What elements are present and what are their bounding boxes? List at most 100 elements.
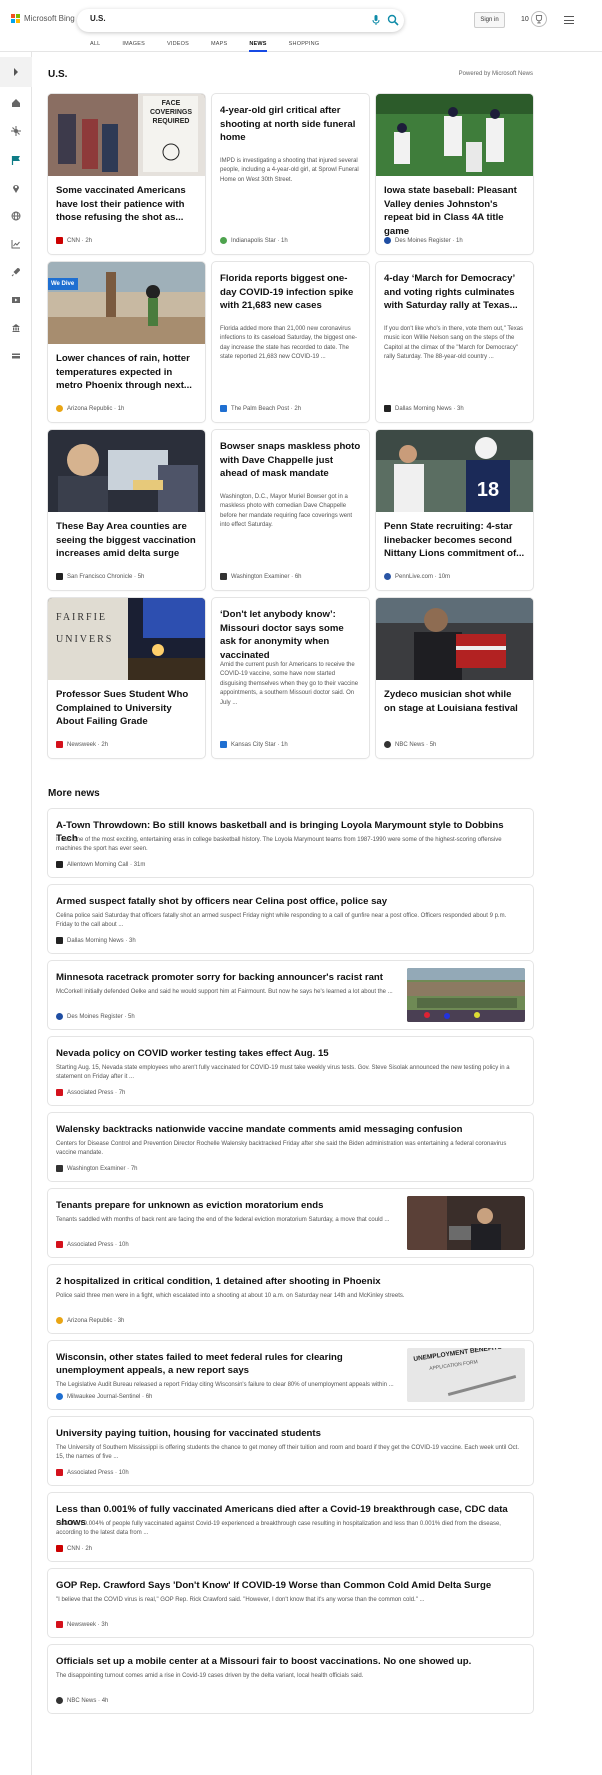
tab-images[interactable]: IMAGES bbox=[122, 41, 145, 52]
card-title[interactable]: Professor Sues Student Who Complained to… bbox=[56, 688, 197, 729]
sign-in-button[interactable]: Sign in bbox=[474, 12, 505, 28]
news-list-item[interactable]: Officials set up a mobile center at a Mi… bbox=[48, 1645, 533, 1713]
microsoft-logo-icon bbox=[11, 14, 20, 23]
card-title[interactable]: Bowser snaps maskless photo with Dave Ch… bbox=[220, 440, 361, 481]
powered-by-label[interactable]: Powered by Microsoft News bbox=[459, 71, 533, 77]
card-source[interactable]: PennLive.com · 10m bbox=[384, 573, 450, 580]
news-list-item[interactable]: University paying tuition, housing for v… bbox=[48, 1417, 533, 1485]
search-icon[interactable] bbox=[387, 14, 399, 26]
hamburger-menu-icon[interactable] bbox=[564, 16, 574, 24]
news-list-item[interactable]: GOP Rep. Crawford Says 'Don't Know' If C… bbox=[48, 1569, 533, 1637]
card-source[interactable]: Indianapolis Star · 1h bbox=[220, 237, 288, 244]
news-list-item[interactable]: Walensky backtracks nationwide vaccine m… bbox=[48, 1113, 533, 1181]
item-source[interactable]: NBC News · 4h bbox=[56, 1697, 108, 1704]
item-title[interactable]: Nevada policy on COVID worker testing ta… bbox=[56, 1047, 524, 1060]
coronavirus-icon[interactable] bbox=[11, 126, 21, 136]
item-source[interactable]: Associated Press · 10h bbox=[56, 1469, 129, 1476]
news-list-item[interactable]: Armed suspect fatally shot by officers n… bbox=[48, 885, 533, 953]
entertainment-icon[interactable] bbox=[11, 295, 21, 305]
thumbnail-caption: UNEMPLOYMENT BENEFITS bbox=[413, 1348, 503, 1363]
item-source[interactable]: Newsweek · 3h bbox=[56, 1621, 108, 1628]
item-source[interactable]: Associated Press · 10h bbox=[56, 1241, 129, 1248]
card-title[interactable]: Some vaccinated Americans have lost thei… bbox=[56, 184, 197, 225]
us-flag-icon[interactable] bbox=[11, 155, 21, 165]
item-source[interactable]: Allentown Morning Call · 31m bbox=[56, 861, 145, 868]
card-title[interactable]: Lower chances of rain, hotter temperatur… bbox=[56, 352, 197, 393]
rewards-trophy-icon[interactable] bbox=[531, 11, 547, 27]
card-title[interactable]: 4-year-old girl critical after shooting … bbox=[220, 104, 361, 145]
news-card[interactable]: Iowa state baseball: Pleasant Valley den… bbox=[376, 94, 533, 254]
card-title[interactable]: ‘Don't let anybody know’: Missouri docto… bbox=[220, 608, 361, 662]
tab-all[interactable]: ALL bbox=[90, 41, 100, 52]
item-title[interactable]: Minnesota racetrack promoter sorry for b… bbox=[56, 971, 403, 984]
tab-shopping[interactable]: SHOPPING bbox=[289, 41, 320, 52]
card-source[interactable]: Des Moines Register · 1h bbox=[384, 237, 463, 244]
item-title[interactable]: Tenants prepare for unknown as eviction … bbox=[56, 1199, 403, 1212]
tab-maps[interactable]: MAPS bbox=[211, 41, 227, 52]
news-card[interactable]: FACE COVERINGS REQUIRED Some vaccinated … bbox=[48, 94, 205, 254]
news-list-item[interactable]: Minnesota racetrack promoter sorry for b… bbox=[48, 961, 533, 1029]
news-card[interactable]: 4-year-old girl critical after shooting … bbox=[212, 94, 369, 254]
politics-building-icon[interactable] bbox=[11, 323, 21, 333]
news-card[interactable]: 18 Penn State recruiting: 4-star linebac… bbox=[376, 430, 533, 590]
news-card[interactable]: Florida reports biggest one-day COVID-19… bbox=[212, 262, 369, 422]
tab-news[interactable]: NEWS bbox=[249, 41, 267, 52]
item-source[interactable]: CNN · 2h bbox=[56, 1545, 92, 1552]
card-source[interactable]: CNN · 2h bbox=[56, 237, 92, 244]
expand-rail-button[interactable] bbox=[0, 57, 32, 87]
item-title[interactable]: Walensky backtracks nationwide vaccine m… bbox=[56, 1123, 524, 1136]
card-source[interactable]: San Francisco Chronicle · 5h bbox=[56, 573, 144, 580]
card-source[interactable]: NBC News · 5h bbox=[384, 741, 436, 748]
card-title[interactable]: Iowa state baseball: Pleasant Valley den… bbox=[384, 184, 525, 238]
item-title[interactable]: 2 hospitalized in critical condition, 1 … bbox=[56, 1275, 524, 1288]
news-card[interactable]: Zydeco musician shot while on stage at L… bbox=[376, 598, 533, 758]
card-title[interactable]: Penn State recruiting: 4-star linebacker… bbox=[384, 520, 525, 561]
news-card[interactable]: We Dive Lower chances of rain, hotter te… bbox=[48, 262, 205, 422]
item-source[interactable]: Milwaukee Journal-Sentinel · 6h bbox=[56, 1393, 152, 1400]
home-icon[interactable] bbox=[11, 98, 21, 108]
globe-icon[interactable] bbox=[11, 211, 21, 221]
news-card[interactable]: Bowser snaps maskless photo with Dave Ch… bbox=[212, 430, 369, 590]
news-card[interactable]: FAIRFIE UNIVERS Professor Sues Student W… bbox=[48, 598, 205, 758]
money-icon[interactable] bbox=[11, 351, 21, 361]
microphone-icon[interactable] bbox=[370, 14, 382, 26]
bing-logo[interactable]: Microsoft Bing bbox=[11, 14, 75, 23]
card-source[interactable]: Dallas Morning News · 3h bbox=[384, 405, 464, 412]
location-pin-icon[interactable] bbox=[11, 183, 21, 193]
card-title[interactable]: 4-day ‘March for Democracy’ and voting r… bbox=[384, 272, 525, 313]
card-source[interactable]: Newsweek · 2h bbox=[56, 741, 108, 748]
news-card[interactable]: 4-day ‘March for Democracy’ and voting r… bbox=[376, 262, 533, 422]
item-source[interactable]: Des Moines Register · 5h bbox=[56, 1013, 135, 1020]
card-title[interactable]: These Bay Area counties are seeing the b… bbox=[56, 520, 197, 561]
rewards-points[interactable]: 10 bbox=[521, 16, 529, 23]
item-title[interactable]: University paying tuition, housing for v… bbox=[56, 1427, 524, 1440]
item-source[interactable]: Dallas Morning News · 3h bbox=[56, 937, 136, 944]
card-source[interactable]: Arizona Republic · 1h bbox=[56, 405, 124, 412]
item-title[interactable]: Officials set up a mobile center at a Mi… bbox=[56, 1655, 524, 1668]
search-input[interactable] bbox=[90, 14, 350, 23]
news-list-item[interactable]: Less than 0.001% of fully vaccinated Ame… bbox=[48, 1493, 533, 1561]
news-list-item[interactable]: Tenants prepare for unknown as eviction … bbox=[48, 1189, 533, 1257]
news-card[interactable]: ‘Don't let anybody know’: Missouri docto… bbox=[212, 598, 369, 758]
news-list-item[interactable]: Wisconsin, other states failed to meet f… bbox=[48, 1341, 533, 1409]
item-source[interactable]: Arizona Republic · 3h bbox=[56, 1317, 124, 1324]
card-source[interactable]: Kansas City Star · 1h bbox=[220, 741, 288, 748]
card-source[interactable]: The Palm Beach Post · 2h bbox=[220, 405, 301, 412]
news-list-item[interactable]: A-Town Throwdown: Bo still knows basketb… bbox=[48, 809, 533, 877]
svg-text:UNIVERS: UNIVERS bbox=[56, 634, 113, 645]
item-source[interactable]: Washington Examiner · 7h bbox=[56, 1165, 138, 1172]
item-title[interactable]: Armed suspect fatally shot by officers n… bbox=[56, 895, 524, 908]
item-title[interactable]: Wisconsin, other states failed to meet f… bbox=[56, 1351, 403, 1377]
card-title[interactable]: Florida reports biggest one-day COVID-19… bbox=[220, 272, 361, 313]
search-box[interactable] bbox=[77, 9, 404, 32]
item-title[interactable]: GOP Rep. Crawford Says 'Don't Know' If C… bbox=[56, 1579, 524, 1592]
news-list-item[interactable]: 2 hospitalized in critical condition, 1 … bbox=[48, 1265, 533, 1333]
tab-videos[interactable]: VIDEOS bbox=[167, 41, 189, 52]
card-source[interactable]: Washington Examiner · 6h bbox=[220, 573, 302, 580]
item-source[interactable]: Associated Press · 7h bbox=[56, 1089, 125, 1096]
business-chart-icon[interactable] bbox=[11, 239, 21, 249]
rocket-icon[interactable] bbox=[11, 267, 21, 277]
news-list-item[interactable]: Nevada policy on COVID worker testing ta… bbox=[48, 1037, 533, 1105]
card-title[interactable]: Zydeco musician shot while on stage at L… bbox=[384, 688, 525, 715]
news-card[interactable]: These Bay Area counties are seeing the b… bbox=[48, 430, 205, 590]
